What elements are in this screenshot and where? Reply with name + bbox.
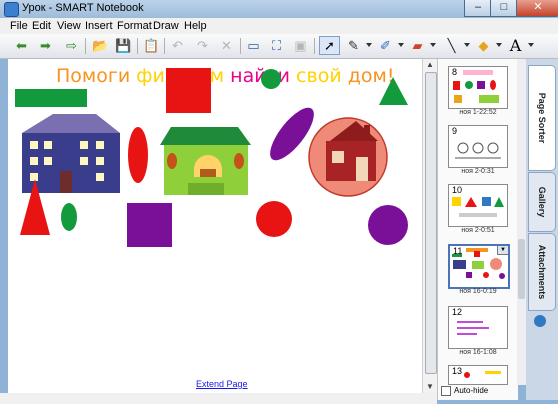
- thumbnail-label: ноя 1-22:52: [459, 109, 497, 116]
- purple-square-shape[interactable]: [127, 203, 172, 247]
- menu-format[interactable]: Format: [117, 20, 152, 32]
- thumbnail-label: ноя 16-1:08: [459, 349, 497, 356]
- maximize-button[interactable]: □: [490, 0, 518, 17]
- window-title: Урок - SMART Notebook: [22, 2, 144, 14]
- line-dropdown-icon[interactable]: [464, 43, 470, 47]
- green-triangle-shape[interactable]: [379, 77, 408, 105]
- toolbar-separator: [240, 38, 241, 54]
- page-thumbnail[interactable]: 10: [448, 184, 508, 227]
- auto-hide-checkbox[interactable]: Auto-hide: [441, 386, 521, 400]
- menu-insert[interactable]: Insert: [85, 20, 113, 32]
- canvas-scrollbar[interactable]: ▲ ▼: [422, 59, 437, 393]
- toolbar: ⬅ ➡ ⇨ 📂 💾 📋 ↶ ↷ ✕ ▭ ⛶ ▣ ➚ ✎ ✐ ▰ ╲ ◆ A: [0, 34, 558, 59]
- canvas-shapes: [15, 68, 408, 247]
- window-frame-left: [0, 59, 8, 404]
- tab-label: Attachments: [537, 244, 547, 300]
- status-strip: [0, 393, 437, 404]
- minimize-button[interactable]: –: [464, 0, 492, 17]
- thumbnail-preview: [452, 197, 504, 217]
- extend-page-link[interactable]: Extend Page: [196, 379, 248, 389]
- redo-icon[interactable]: ↷: [193, 37, 212, 54]
- blue-house-image[interactable]: [22, 114, 120, 193]
- creative-pen-icon[interactable]: ✐: [376, 37, 395, 54]
- pen-dropdown-icon[interactable]: [366, 43, 372, 47]
- menu-help[interactable]: Help: [184, 20, 207, 32]
- red-oval-shape[interactable]: [128, 127, 148, 183]
- green-rectangle-shape[interactable]: [15, 89, 87, 107]
- toolbar-separator: [137, 38, 138, 54]
- sorter-scrollbar[interactable]: [517, 59, 526, 385]
- save-icon[interactable]: 💾: [114, 37, 133, 54]
- green-oval-shape[interactable]: [61, 203, 77, 231]
- forward-icon[interactable]: ➡: [36, 37, 55, 54]
- menu-view[interactable]: View: [57, 20, 81, 32]
- page-sorter-panel: 8 ноя 1-22:52 9 ноя 2-0:31 10 ноя 2-0:51…: [437, 59, 518, 400]
- open-icon[interactable]: 📂: [91, 37, 110, 54]
- toolbar-separator: [314, 38, 315, 54]
- thumbnail-label: ноя 16-0:19: [459, 288, 497, 295]
- paste-icon[interactable]: 📋: [142, 37, 161, 54]
- red-square-shape[interactable]: [166, 68, 211, 113]
- tab-attachments[interactable]: Attachments: [528, 233, 556, 311]
- shape-dropdown-icon[interactable]: [496, 43, 502, 47]
- thumbnail-label: ноя 2-0:51: [461, 227, 495, 234]
- tab-label: Gallery: [537, 186, 547, 218]
- thumbnail-preview: [453, 70, 499, 103]
- creative-pen-dropdown-icon[interactable]: [398, 43, 404, 47]
- red-circle-shape[interactable]: [256, 201, 292, 237]
- menu-file[interactable]: File: [10, 20, 28, 32]
- toolbar-separator: [164, 38, 165, 54]
- purple-circle-shape[interactable]: [368, 205, 408, 245]
- whiteboard-canvas[interactable]: Помоги фигурам найти свой дом!: [8, 59, 422, 393]
- scroll-thumb[interactable]: [425, 72, 437, 374]
- select-icon[interactable]: ➚: [319, 36, 340, 55]
- thumbnail-preview: [464, 371, 501, 378]
- app-icon: [4, 2, 19, 17]
- screen-shade-icon[interactable]: ▭: [244, 37, 263, 54]
- close-button[interactable]: ✕: [516, 0, 558, 17]
- green-small-circle-shape[interactable]: [261, 69, 281, 89]
- thumbnail-label: ноя 2-0:31: [461, 168, 495, 175]
- properties-icon[interactable]: [534, 315, 546, 327]
- thumbnail-preview: [455, 142, 501, 159]
- eraser-dropdown-icon[interactable]: [430, 43, 436, 47]
- back-icon[interactable]: ⬅: [12, 37, 31, 54]
- auto-hide-label: Auto-hide: [454, 386, 489, 396]
- full-screen-icon[interactable]: ⛶: [267, 37, 286, 54]
- tab-gallery[interactable]: Gallery: [528, 172, 556, 232]
- page-thumbnail[interactable]: 8: [448, 66, 508, 109]
- page-thumbnail[interactable]: 9: [448, 125, 508, 168]
- undo-icon[interactable]: ↶: [168, 37, 187, 54]
- thumbnail-menu-icon[interactable]: ▼: [497, 246, 508, 255]
- page-thumbnail[interactable]: 12: [448, 306, 508, 349]
- eraser-icon[interactable]: ▰: [408, 37, 427, 54]
- tab-page-sorter[interactable]: Page Sorter: [528, 65, 556, 171]
- thumbnail-preview: [457, 321, 489, 335]
- checkbox-box[interactable]: [441, 386, 451, 396]
- menu-draw[interactable]: Draw: [153, 20, 179, 32]
- shape-icon[interactable]: ◆: [474, 37, 493, 54]
- red-house-image[interactable]: [308, 117, 388, 197]
- sorter-scroll-thumb[interactable]: [518, 239, 525, 299]
- camera-icon[interactable]: ▣: [291, 37, 310, 54]
- menu-bar: File Edit View Insert Format Draw Help: [0, 18, 558, 35]
- scroll-down-icon[interactable]: ▼: [423, 381, 437, 393]
- toolbar-separator: [85, 38, 86, 54]
- page-thumbnail[interactable]: 13: [448, 365, 508, 385]
- scroll-up-icon[interactable]: ▲: [423, 59, 437, 71]
- menu-edit[interactable]: Edit: [32, 20, 51, 32]
- page-thumbnail-active[interactable]: 11 ▼: [448, 244, 510, 289]
- pen-icon[interactable]: ✎: [344, 37, 363, 54]
- side-tabs: Page Sorter Gallery Attachments: [526, 59, 558, 400]
- green-house-image[interactable]: [160, 127, 251, 195]
- text-dropdown-icon[interactable]: [528, 43, 534, 47]
- title-bar: Урок - SMART Notebook – □ ✕: [0, 0, 558, 18]
- tab-label: Page Sorter: [537, 92, 547, 144]
- text-icon[interactable]: A: [506, 37, 525, 54]
- line-icon[interactable]: ╲: [442, 37, 461, 54]
- add-page-icon[interactable]: ⇨: [62, 37, 81, 54]
- delete-icon[interactable]: ✕: [217, 37, 236, 54]
